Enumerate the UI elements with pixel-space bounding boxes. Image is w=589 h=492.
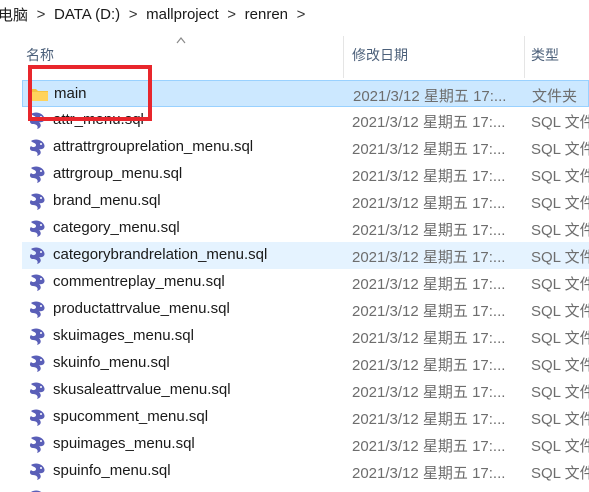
file-modified-date: 2021/3/12 星期五 17:... <box>352 330 506 347</box>
file-type: SQL 文件 <box>531 168 589 185</box>
file-name: productattrvalue_menu.sql <box>53 300 230 317</box>
sql-file-icon <box>28 326 48 346</box>
file-row-13[interactable]: spuimages_menu.sql 2021/3/12 星期五 17:... … <box>22 431 589 458</box>
file-row-12[interactable]: spucomment_menu.sql 2021/3/12 星期五 17:...… <box>22 404 589 431</box>
sql-file-icon <box>28 191 48 211</box>
file-name: brand_menu.sql <box>53 192 161 209</box>
file-name: attrgroup_menu.sql <box>53 165 183 182</box>
file-modified-date: 2021/3/12 星期五 17:... <box>352 384 506 401</box>
sql-file-icon <box>28 407 48 427</box>
column-header-date-label: 修改日期 <box>352 47 408 63</box>
file-row-14[interactable]: spuinfo_menu.sql 2021/3/12 星期五 17:... SQ… <box>22 458 589 485</box>
sql-file-icon <box>28 272 48 292</box>
file-name: skusaleattrvalue_menu.sql <box>53 381 231 398</box>
file-row-10[interactable]: skuinfo_menu.sql 2021/3/12 星期五 17:... SQ… <box>22 350 589 377</box>
column-header-name[interactable]: 名称 <box>26 32 340 78</box>
file-row-4[interactable]: brand_menu.sql 2021/3/12 星期五 17:... SQL … <box>22 188 589 215</box>
sql-file-icon <box>28 299 48 319</box>
file-type: SQL 文件 <box>531 114 589 131</box>
file-type: 文件夹 <box>532 88 578 105</box>
file-type: SQL 文件 <box>531 195 589 212</box>
file-type: SQL 文件 <box>531 411 589 428</box>
sql-file-icon <box>28 164 48 184</box>
breadcrumb-item-mallproject[interactable]: mallproject <box>146 6 219 23</box>
file-modified-date: 2021/3/12 星期五 17:... <box>352 411 506 428</box>
file-name: spuimages_menu.sql <box>53 435 195 452</box>
file-row-3[interactable]: attrgroup_menu.sql 2021/3/12 星期五 17:... … <box>22 161 589 188</box>
file-type: SQL 文件 <box>531 141 589 158</box>
breadcrumb-chevron-icon[interactable]: > <box>120 6 146 23</box>
file-type: SQL 文件 <box>531 249 589 266</box>
breadcrumb-item-renren[interactable]: renren <box>245 6 288 23</box>
sql-file-icon <box>28 434 48 454</box>
file-type: SQL 文件 <box>531 330 589 347</box>
sql-file-icon <box>28 353 48 373</box>
file-row-8[interactable]: productattrvalue_menu.sql 2021/3/12 星期五 … <box>22 296 589 323</box>
column-divider[interactable] <box>524 36 525 78</box>
file-modified-date: 2021/3/12 星期五 17:... <box>352 222 506 239</box>
file-type: SQL 文件 <box>531 222 589 239</box>
file-modified-date: 2021/3/12 星期五 17:... <box>352 465 506 482</box>
column-header-date[interactable]: 修改日期 <box>352 32 522 78</box>
file-modified-date: 2021/3/12 星期五 17:... <box>352 195 506 212</box>
breadcrumb-chevron-icon[interactable]: > <box>288 6 314 23</box>
file-name: main <box>54 85 87 102</box>
file-modified-date: 2021/3/12 星期五 17:... <box>352 141 506 158</box>
file-modified-date: 2021/3/12 星期五 17:... <box>352 438 506 455</box>
file-row-1[interactable]: attr_menu.sql 2021/3/12 星期五 17:... SQL 文… <box>22 107 589 134</box>
file-row-partial[interactable] <box>22 485 589 492</box>
breadcrumb-chevron-icon[interactable]: > <box>28 6 54 23</box>
file-explorer-window: 电脑 > DATA (D:) > mallproject > renren > … <box>0 0 589 492</box>
file-modified-date: 2021/3/12 星期五 17:... <box>352 276 506 293</box>
file-type: SQL 文件 <box>531 465 589 482</box>
file-modified-date: 2021/3/12 星期五 17:... <box>352 249 506 266</box>
sql-file-icon <box>28 110 48 130</box>
sql-file-icon <box>28 245 48 265</box>
file-name: category_menu.sql <box>53 219 180 236</box>
file-name: attrattrgrouprelation_menu.sql <box>53 138 254 155</box>
file-row-0[interactable]: main 2021/3/12 星期五 17:... 文件夹 <box>22 80 589 107</box>
file-name: commentreplay_menu.sql <box>53 273 225 290</box>
file-row-11[interactable]: skusaleattrvalue_menu.sql 2021/3/12 星期五 … <box>22 377 589 404</box>
file-type: SQL 文件 <box>531 303 589 320</box>
folder-icon <box>29 84 49 104</box>
file-row-6[interactable]: categorybrandrelation_menu.sql 2021/3/12… <box>22 242 589 269</box>
breadcrumb-chevron-icon[interactable]: > <box>219 6 245 23</box>
breadcrumb-item-drive[interactable]: DATA (D:) <box>54 6 120 23</box>
breadcrumb-item-computer[interactable]: 电脑 <box>0 4 28 25</box>
file-type: SQL 文件 <box>531 384 589 401</box>
file-modified-date: 2021/3/12 星期五 17:... <box>352 168 506 185</box>
file-type: SQL 文件 <box>531 276 589 293</box>
file-row-9[interactable]: skuimages_menu.sql 2021/3/12 星期五 17:... … <box>22 323 589 350</box>
file-modified-date: 2021/3/12 星期五 17:... <box>352 357 506 374</box>
column-divider[interactable] <box>343 36 344 78</box>
file-modified-date: 2021/3/12 星期五 17:... <box>352 303 506 320</box>
breadcrumb: 电脑 > DATA (D:) > mallproject > renren > <box>0 0 589 28</box>
file-name: spucomment_menu.sql <box>53 408 209 425</box>
file-name: skuinfo_menu.sql <box>53 354 170 371</box>
file-row-5[interactable]: category_menu.sql 2021/3/12 星期五 17:... S… <box>22 215 589 242</box>
file-row-7[interactable]: commentreplay_menu.sql 2021/3/12 星期五 17:… <box>22 269 589 296</box>
file-name: attr_menu.sql <box>53 111 144 128</box>
file-name: skuimages_menu.sql <box>53 327 194 344</box>
sql-file-icon <box>28 218 48 238</box>
file-name: spuinfo_menu.sql <box>53 462 171 479</box>
file-modified-date: 2021/3/12 星期五 17:... <box>353 88 507 105</box>
sql-file-icon <box>28 380 48 400</box>
sql-file-icon <box>28 488 48 492</box>
file-type: SQL 文件 <box>531 357 589 374</box>
file-row-2[interactable]: attrattrgrouprelation_menu.sql 2021/3/12… <box>22 134 589 161</box>
sql-file-icon <box>28 137 48 157</box>
file-name: categorybrandrelation_menu.sql <box>53 246 268 263</box>
column-header-name-label: 名称 <box>26 47 54 63</box>
file-type: SQL 文件 <box>531 438 589 455</box>
column-header-type-label: 类型 <box>531 47 559 63</box>
sql-file-icon <box>28 461 48 481</box>
file-modified-date: 2021/3/12 星期五 17:... <box>352 114 506 131</box>
column-header-type[interactable]: 类型 <box>531 32 589 78</box>
